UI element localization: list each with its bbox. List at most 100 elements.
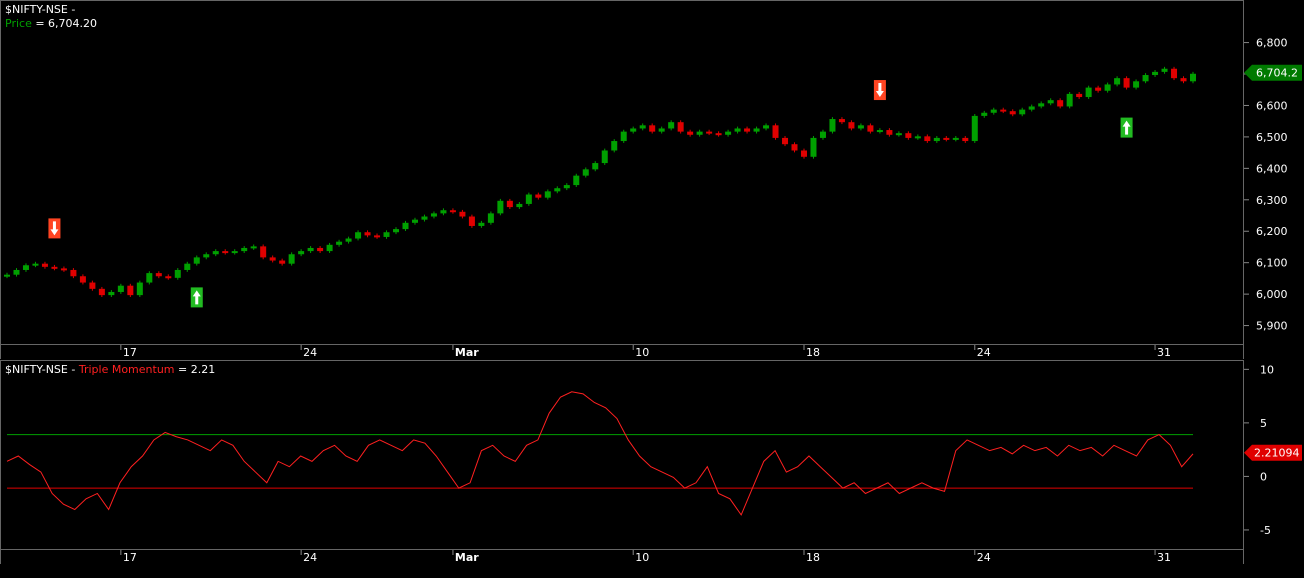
candle-body: [1190, 73, 1196, 82]
candle-body: [146, 273, 153, 283]
candle-body: [32, 263, 39, 266]
candle-body: [260, 246, 267, 258]
candle-body: [563, 185, 570, 189]
candle-body: [393, 229, 400, 233]
candle-body: [753, 128, 760, 132]
indicator-y-tick-label: 10: [1260, 363, 1274, 376]
candle-body: [127, 285, 134, 296]
last-price-badge-label: 6,704.2: [1256, 67, 1298, 80]
candle-body: [231, 251, 238, 254]
candle-body: [867, 125, 874, 132]
x-tick-label: 24: [977, 551, 991, 564]
candle-body: [468, 216, 475, 226]
price-pane[interactable]: $NIFTY-NSE - Price = 6,704.20: [0, 0, 1244, 345]
sell-arrow-icon: [48, 218, 61, 239]
x-tick-label: 17: [123, 551, 137, 564]
candle-body: [952, 137, 959, 140]
candle-body: [4, 274, 10, 277]
candle-body: [60, 268, 67, 271]
candle-body: [554, 188, 561, 192]
candle-body: [449, 210, 456, 213]
candle-body: [79, 276, 86, 283]
candle-body: [924, 136, 931, 142]
price-y-tick-label: 6,200: [1256, 225, 1288, 238]
indicator-y-axis: 10 5 0 -5 2.21094: [1244, 363, 1302, 537]
candle-body: [22, 265, 29, 270]
candle-body: [838, 119, 845, 123]
candle-body: [241, 247, 248, 252]
candle-body: [506, 200, 513, 208]
candle-body: [383, 232, 390, 237]
candle-body: [1180, 78, 1187, 82]
indicator-pane[interactable]: $NIFTY-NSE - Triple Momentum = 2.21: [0, 360, 1244, 550]
candle-body: [165, 276, 172, 279]
candle-body: [345, 238, 352, 242]
candle-body: [914, 136, 921, 139]
candle-body: [487, 213, 494, 223]
x-tick-label: 24: [303, 346, 317, 359]
candle-body: [791, 144, 798, 151]
x-tick-label: 17: [123, 346, 137, 359]
x-tick-label: 31: [1157, 346, 1171, 359]
price-series-value: = 6,704.20: [35, 17, 98, 30]
candle-body: [1057, 100, 1064, 107]
candle-body: [981, 112, 988, 116]
candle-body: [430, 213, 437, 217]
candle-body: [1133, 81, 1140, 88]
candle-body: [317, 247, 324, 252]
candle-body: [117, 285, 124, 292]
candle-body: [13, 269, 20, 275]
indicator-x-axis: 17 24 Mar 10 18 24 31: [0, 550, 1244, 564]
candle-body: [971, 115, 978, 142]
indicator-symbol-label: $NIFTY-NSE -: [5, 363, 76, 376]
candle-body: [725, 131, 732, 135]
x-tick-label: 10: [635, 551, 649, 564]
candle-body: [1009, 111, 1016, 115]
candle-body: [516, 203, 523, 208]
candle-body: [184, 263, 191, 270]
candle-body: [649, 125, 656, 132]
candle-body: [544, 191, 551, 198]
candle-body: [601, 150, 608, 164]
price-x-axis: 17 24 Mar 10 18 24 31: [0, 345, 1244, 359]
candle-body: [411, 219, 418, 223]
candle-body: [1085, 87, 1092, 98]
price-series-label: Price: [5, 17, 32, 30]
candle-body: [1142, 75, 1149, 82]
candle-body: [943, 137, 950, 140]
candle-body: [51, 266, 58, 269]
candle-body: [250, 246, 257, 249]
candle-body: [810, 137, 817, 157]
candle-body: [1047, 100, 1054, 104]
candle-body: [108, 291, 115, 296]
candle-body: [848, 122, 855, 129]
candle-body: [459, 211, 466, 217]
candle-body: [1095, 87, 1102, 91]
candle-body: [288, 254, 295, 264]
candle-body: [1028, 106, 1035, 110]
indicator-y-tick-label: 0: [1260, 470, 1267, 483]
candle-body: [658, 128, 665, 132]
candle-body: [497, 200, 504, 214]
candle-body: [962, 137, 969, 142]
candle-body: [298, 251, 305, 255]
price-y-tick-label: 5,900: [1256, 320, 1288, 333]
buy-arrow-icon: [190, 287, 203, 308]
candle-body: [933, 137, 940, 142]
candle-body: [1038, 103, 1045, 107]
candle-body: [41, 263, 48, 267]
candle-body: [1161, 68, 1168, 72]
candle-body: [98, 288, 105, 296]
price-y-axis: 6,8006,7006,6006,5006,4006,3006,2006,100…: [1244, 37, 1302, 333]
last-indicator-badge-label: 2.21094: [1254, 447, 1300, 460]
price-y-tick-label: 6,800: [1256, 37, 1288, 50]
candle-body: [800, 150, 807, 157]
candle-body: [592, 163, 599, 170]
candle-body: [307, 247, 314, 252]
candle-body: [174, 269, 181, 278]
candle-body: [402, 222, 409, 230]
candle-body: [421, 216, 428, 220]
candle-body: [876, 130, 883, 133]
candle-body: [1066, 93, 1073, 107]
candle-body: [677, 122, 684, 132]
